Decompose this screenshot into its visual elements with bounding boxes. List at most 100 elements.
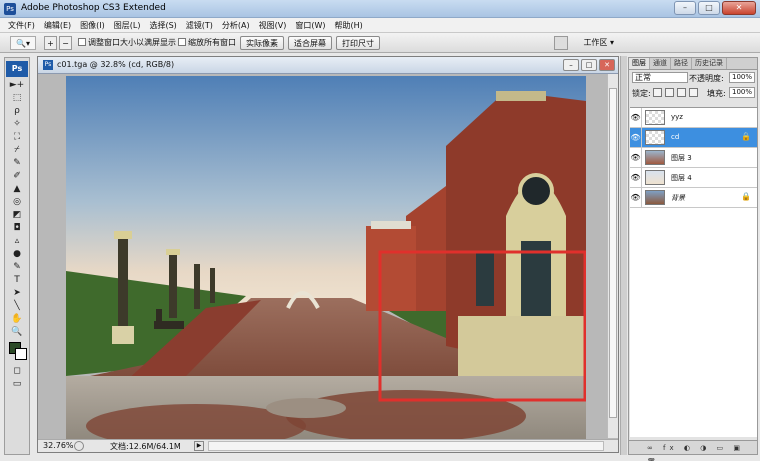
image-canvas[interactable] (66, 76, 586, 441)
layer-row-cd[interactable]: 👁 cd 🔒 (630, 128, 757, 148)
options-bar: 🔍▾ + − 调整窗口大小以满屏显示 缩放所有窗口 实际像素 适合屏幕 打印尺寸… (0, 33, 760, 53)
fit-screen-button[interactable]: 适合屏幕 (288, 36, 332, 50)
history-brush-icon[interactable]: ◎ (7, 196, 27, 209)
zoom-in-icon[interactable]: + (44, 36, 57, 50)
layer-row-layer4[interactable]: 👁 图层 4 (630, 168, 757, 188)
tab-layers[interactable]: 图层 (629, 58, 650, 69)
minimize-button[interactable]: – (674, 1, 696, 15)
actual-pixels-button[interactable]: 实际像素 (240, 36, 284, 50)
zoom-out-icon[interactable]: − (59, 36, 72, 50)
vertical-scrollbar[interactable] (607, 74, 618, 438)
layers-panel-footer[interactable]: ∞ fx ◐ ◑ ▭ ▣ 🗑 (629, 440, 757, 461)
window-title: Adobe Photoshop CS3 Extended (21, 3, 166, 13)
layer-row-background[interactable]: 👁 背景 🔒 (630, 188, 757, 208)
status-menu-arrow-icon[interactable]: ▶ (194, 441, 204, 451)
zoom-level[interactable]: 32.76% (43, 441, 74, 450)
lock-all-icon[interactable] (689, 88, 698, 97)
zoom-icon[interactable]: 🔍 (7, 326, 27, 339)
path-select-icon[interactable]: ➤ (7, 287, 27, 300)
lock-pixels-icon[interactable] (665, 88, 674, 97)
menu-help[interactable]: 帮助(H) (335, 18, 363, 32)
layer-thumbnail (645, 170, 665, 185)
photoshop-app-icon: Ps (4, 3, 16, 15)
eye-icon[interactable]: 👁 (630, 108, 642, 127)
gradient-icon[interactable]: ◘ (7, 222, 27, 235)
eye-icon[interactable]: 👁 (630, 148, 642, 167)
zoom-tool-preset[interactable]: 🔍▾ (10, 36, 36, 50)
zoom-indicator-icon (74, 441, 84, 451)
zoom-all-label: 缩放所有窗口 (188, 38, 236, 47)
quick-mask-icon[interactable]: ◻ (7, 365, 27, 378)
tab-paths[interactable]: 路径 (671, 58, 692, 69)
zoom-all-option[interactable]: 缩放所有窗口 (178, 36, 236, 50)
color-swatches[interactable] (5, 339, 29, 365)
vertical-scroll-thumb[interactable] (609, 88, 617, 418)
resize-window-option[interactable]: 调整窗口大小以满屏显示 (78, 36, 176, 50)
layer-name: 图层 4 (671, 174, 692, 182)
fill-input[interactable]: 100% (729, 87, 755, 98)
screen-mode-icon[interactable]: ▭ (7, 378, 27, 391)
pen-icon[interactable]: ✎ (7, 261, 27, 274)
tab-channels[interactable]: 通道 (650, 58, 671, 69)
zoom-all-checkbox[interactable] (178, 38, 186, 46)
menu-window[interactable]: 窗口(W) (295, 18, 325, 32)
resize-window-checkbox[interactable] (78, 38, 86, 46)
layer-row-yyz[interactable]: 👁 yyz (630, 108, 757, 128)
document-title-bar[interactable]: Ps c01.tga @ 32.8% (cd, RGB/8) – □ ✕ (38, 57, 618, 74)
eye-icon[interactable]: 👁 (630, 188, 642, 207)
doc-maximize-button[interactable]: □ (581, 59, 597, 71)
menu-analysis[interactable]: 分析(A) (222, 18, 250, 32)
lock-position-icon[interactable] (677, 88, 686, 97)
eye-icon[interactable]: 👁 (630, 168, 642, 187)
menu-image[interactable]: 图像(I) (80, 18, 105, 32)
background-color-swatch[interactable] (15, 348, 27, 360)
dodge-icon[interactable]: ● (7, 248, 27, 261)
camera-icon[interactable] (554, 36, 568, 50)
maximize-button[interactable]: □ (698, 1, 720, 15)
doc-close-button[interactable]: ✕ (599, 59, 615, 71)
magic-wand-icon[interactable]: ✧ (7, 118, 27, 131)
line-icon[interactable]: ╲ (7, 300, 27, 313)
menu-view[interactable]: 视图(V) (259, 18, 287, 32)
fill-label: 填充: (707, 89, 726, 98)
eraser-icon[interactable]: ◩ (7, 209, 27, 222)
blur-icon[interactable]: ▵ (7, 235, 27, 248)
close-button[interactable]: ✕ (722, 1, 756, 15)
menu-edit[interactable]: 编辑(E) (44, 18, 71, 32)
doc-minimize-button[interactable]: – (563, 59, 579, 71)
hand-icon[interactable]: ✋ (7, 313, 27, 326)
lasso-icon[interactable]: ρ (7, 105, 27, 118)
slice-icon[interactable]: ⌿ (7, 144, 27, 157)
layer-thumbnail (645, 190, 665, 205)
title-bar: Ps Adobe Photoshop CS3 Extended – □ ✕ (0, 0, 760, 18)
lock-icon: 🔒 (741, 132, 751, 141)
lock-label: 锁定: (632, 89, 651, 98)
menu-layer[interactable]: 图层(L) (114, 18, 141, 32)
lock-transparent-icon[interactable] (653, 88, 662, 97)
type-icon[interactable]: T (7, 274, 27, 287)
document-ps-icon: Ps (43, 60, 53, 70)
layer-row-layer3[interactable]: 👁 图层 3 (630, 148, 757, 168)
opacity-input[interactable]: 100% (729, 72, 755, 83)
marquee-icon[interactable]: ⬚ (7, 92, 27, 105)
move-icon[interactable]: ►+ (7, 79, 27, 92)
document-size: 文档:12.6M/64.1M (110, 442, 181, 451)
print-size-button[interactable]: 打印尺寸 (336, 36, 380, 50)
crop-icon[interactable]: ⛶ (7, 131, 27, 144)
toolbox-logo: Ps (6, 61, 28, 77)
menu-select[interactable]: 选择(S) (149, 18, 176, 32)
document-title: c01.tga @ 32.8% (cd, RGB/8) (57, 60, 175, 69)
menu-bar: 文件(F) 编辑(E) 图像(I) 图层(L) 选择(S) 滤镜(T) 分析(A… (0, 18, 760, 33)
menu-filter[interactable]: 滤镜(T) (186, 18, 213, 32)
brush-icon[interactable]: ✐ (7, 170, 27, 183)
tab-history[interactable]: 历史记录 (692, 58, 727, 69)
layers-panel: 图层 通道 路径 历史记录 正常 不透明度: 100% 锁定: 填充: 100%… (628, 57, 758, 461)
workspace-menu[interactable]: 工作区 ▾ (583, 36, 614, 50)
panel-dock-strip[interactable] (620, 56, 627, 455)
eye-icon[interactable]: 👁 (630, 128, 642, 147)
menu-file[interactable]: 文件(F) (8, 18, 35, 32)
blend-mode-select[interactable]: 正常 (632, 72, 688, 83)
healing-brush-icon[interactable]: ✎ (7, 157, 27, 170)
stamp-icon[interactable]: ▲ (7, 183, 27, 196)
horizontal-scrollbar[interactable] (208, 441, 604, 451)
